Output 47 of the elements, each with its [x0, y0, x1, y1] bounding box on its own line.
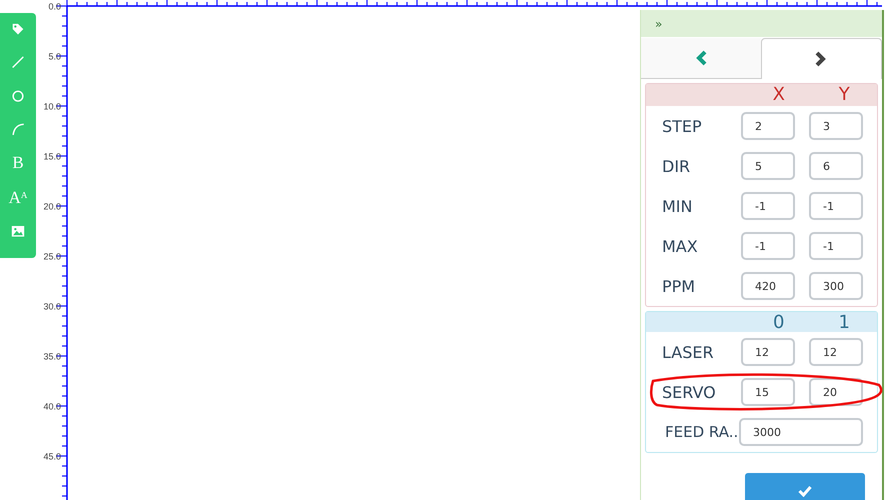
ruler-label: 25.0: [43, 252, 61, 262]
circle-icon[interactable]: [11, 90, 25, 102]
input-field[interactable]: -1: [809, 232, 863, 260]
row-label: STEP: [662, 116, 703, 136]
ruler-label: 40.0: [43, 402, 61, 412]
tab[interactable]: [641, 38, 760, 79]
row-label: PPM: [662, 276, 696, 296]
collapse-toggle[interactable]: »: [655, 16, 662, 30]
input-field[interactable]: 12: [809, 338, 863, 366]
chevron-right-icon: [815, 51, 828, 67]
check-icon: [798, 485, 812, 497]
tag-icon[interactable]: [11, 23, 25, 36]
row-label: FEED RA..: [665, 423, 739, 441]
input-field[interactable]: 300: [809, 272, 863, 300]
ruler-label: 45.0: [43, 452, 61, 462]
row-label: MAX: [662, 236, 699, 256]
column-heading: X: [772, 84, 786, 106]
ruler-label: 20.0: [43, 202, 61, 212]
column-heading: 1: [838, 312, 851, 332]
input-field[interactable]: 2: [741, 112, 795, 140]
tab[interactable]: [760, 38, 882, 79]
ruler-label: 0.0: [48, 2, 61, 12]
input-field[interactable]: 3: [809, 112, 863, 140]
column-heading: Y: [838, 84, 851, 106]
input-field[interactable]: 15: [741, 378, 795, 406]
input-field[interactable]: -1: [809, 192, 863, 220]
row-label: DIR: [662, 156, 692, 176]
row-label: LASER: [662, 342, 715, 362]
arc-icon[interactable]: [11, 123, 25, 136]
chevron-left-icon: [694, 50, 707, 66]
ruler-label: 10.0: [43, 102, 61, 112]
column-heading: 0: [772, 312, 786, 332]
input-field[interactable]: 6: [809, 152, 863, 180]
ruler-label: 5.0: [48, 52, 61, 62]
row-label: MIN: [662, 196, 694, 216]
input-field[interactable]: -1: [741, 192, 795, 220]
ruler-label: 15.0: [43, 152, 61, 162]
input-field[interactable]: 12: [741, 338, 795, 366]
input-field[interactable]: 3000: [739, 418, 863, 446]
line-icon[interactable]: [11, 56, 25, 69]
ruler-label: 30.0: [43, 302, 61, 312]
image-icon[interactable]: [11, 226, 25, 238]
input-field[interactable]: 420: [741, 272, 795, 300]
input-field[interactable]: -1: [741, 232, 795, 260]
ruler-label: 35.0: [43, 352, 61, 362]
row-label: SERVO: [662, 382, 717, 402]
input-field[interactable]: 5: [741, 152, 795, 180]
